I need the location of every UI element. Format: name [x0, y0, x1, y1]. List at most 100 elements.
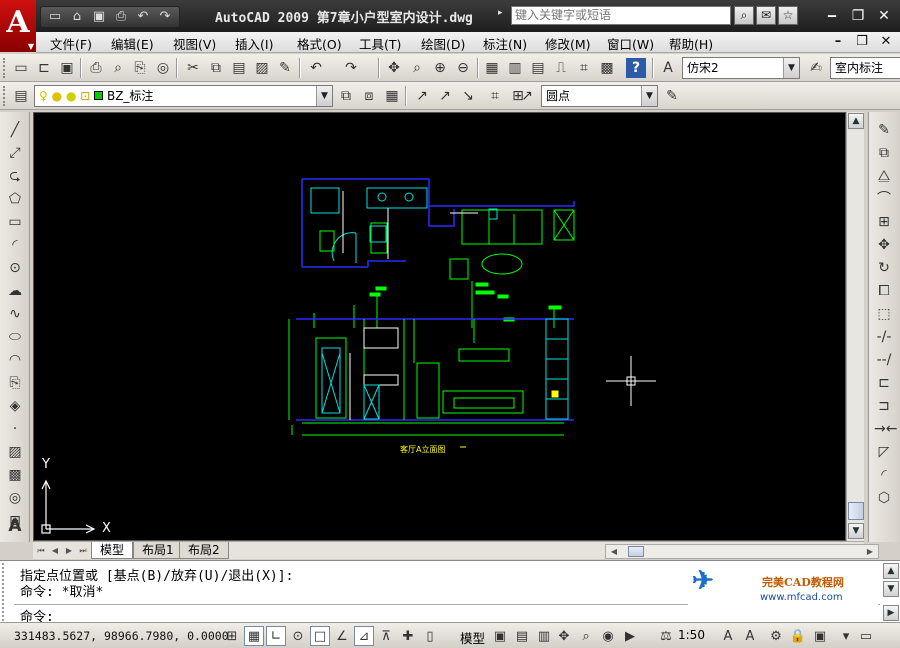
polar-tracking-icon[interactable]: ⊙	[288, 626, 308, 646]
copy-object-icon[interactable]: ⧉	[874, 143, 894, 163]
open-icon[interactable]: ⌂	[67, 8, 87, 26]
toolbar-grip[interactable]	[3, 86, 7, 106]
command-scrollbar[interactable]: ▲ ▼ ▶	[882, 563, 899, 621]
clean-screen-icon[interactable]: ▣	[810, 626, 830, 646]
multileader-style-icon[interactable]: ↗	[517, 86, 537, 106]
menu-tools[interactable]: 工具(T)	[359, 34, 401, 53]
arc-icon[interactable]: ◜	[5, 235, 25, 255]
line-icon[interactable]: ╱	[5, 120, 25, 140]
chevron-down-icon[interactable]: ▼	[641, 86, 657, 106]
text-style-select[interactable]: 仿宋2 ▼	[682, 57, 800, 79]
spline-icon[interactable]: ∿	[5, 304, 25, 324]
remove-leader-icon[interactable]: ↘	[458, 86, 478, 106]
pan-icon[interactable]: ✥	[554, 626, 574, 646]
move-icon[interactable]: ✥	[874, 235, 894, 255]
sheet-set-icon[interactable]: ⎍	[551, 58, 571, 78]
make-block-icon[interactable]: ◈	[5, 396, 25, 416]
redo-icon[interactable]: ↷	[341, 58, 361, 78]
menu-window[interactable]: 窗口(W)	[607, 34, 654, 53]
doc-restore-button[interactable]: ❐	[856, 34, 868, 49]
break-at-point-icon[interactable]: ⊏	[874, 373, 894, 393]
ellipse-icon[interactable]: ⬭	[5, 327, 25, 347]
construction-line-icon[interactable]: ⤢	[5, 143, 25, 163]
scroll-right-icon[interactable]: ▶	[864, 545, 876, 559]
multileader-style-manager-icon[interactable]: ✎	[662, 86, 682, 106]
first-tab-icon[interactable]: ⏮	[35, 544, 47, 558]
scroll-left-icon[interactable]: ◀	[608, 545, 620, 559]
tab-model[interactable]: 模型	[91, 542, 134, 559]
quick-properties-icon[interactable]: ▯	[420, 626, 440, 646]
explode-icon[interactable]: ⬡	[874, 488, 894, 508]
pan-icon[interactable]: ✥	[384, 58, 404, 78]
multileader-align-icon[interactable]: ⌗	[485, 86, 505, 106]
text-style-icon[interactable]: A	[658, 58, 678, 78]
point-icon[interactable]: ·	[5, 419, 25, 439]
design-center-icon[interactable]: ▥	[505, 58, 525, 78]
horizontal-scrollbar[interactable]: ◀ ▶	[605, 544, 879, 559]
gradient-icon[interactable]: ▩	[5, 465, 25, 485]
markup-icon[interactable]: ⌗	[574, 58, 594, 78]
menu-help[interactable]: 帮助(H)	[669, 34, 713, 53]
search-icon[interactable]: ⌕	[734, 6, 754, 25]
object-snap-tracking-icon[interactable]: ∠	[332, 626, 352, 646]
revision-cloud-icon[interactable]: ☁	[5, 281, 25, 301]
3d-dwf-icon[interactable]: ◎	[153, 58, 173, 78]
doc-close-button[interactable]: ✕	[880, 34, 892, 49]
lock-icon[interactable]: 🔒	[788, 626, 808, 646]
stretch-icon[interactable]: ⬚	[874, 304, 894, 324]
scroll-down-icon[interactable]: ▼	[883, 581, 899, 597]
circle-icon[interactable]: ⊙	[5, 258, 25, 278]
match-properties-icon[interactable]: ▨	[252, 58, 272, 78]
save-icon[interactable]: ▣	[89, 8, 109, 26]
tab-layout2[interactable]: 布局2	[179, 542, 229, 559]
add-leader-icon[interactable]: ↗	[435, 86, 455, 106]
polygon-icon[interactable]: ⬠	[5, 189, 25, 209]
erase-icon[interactable]: ✎	[874, 120, 894, 140]
scroll-up-icon[interactable]: ▲	[848, 113, 864, 129]
annotation-scale-value[interactable]: 1:50	[678, 628, 705, 642]
ellipse-arc-icon[interactable]: ◠	[5, 350, 25, 370]
expand-arrow-icon[interactable]: ▸	[498, 8, 503, 18]
menu-format[interactable]: 格式(O)	[297, 34, 342, 53]
menu-view[interactable]: 视图(V)	[173, 34, 216, 53]
zoom-icon[interactable]: ⌕	[576, 626, 596, 646]
scroll-down-icon[interactable]: ▼	[848, 523, 864, 539]
dim-style-icon[interactable]: ✍	[806, 58, 826, 78]
fullscreen-icon[interactable]: ▭	[856, 626, 876, 646]
chamfer-icon[interactable]: ◸	[874, 442, 894, 462]
tool-palettes-icon[interactable]: ▤	[528, 58, 548, 78]
open-icon[interactable]: ⊏	[34, 58, 54, 78]
zoom-previous-icon[interactable]: ⊖	[453, 58, 473, 78]
join-icon[interactable]: →←	[874, 419, 897, 439]
plot-preview-icon[interactable]: ⌕	[108, 58, 128, 78]
communication-center-icon[interactable]: ✉	[756, 6, 776, 25]
rectangle-icon[interactable]: ▭	[5, 212, 25, 232]
coordinate-display[interactable]: 331483.5627, 98966.7980, 0.0000	[14, 629, 229, 643]
auto-scale-icon[interactable]: A	[740, 626, 760, 646]
chevron-down-icon[interactable]: ▼	[316, 86, 332, 106]
scroll-up-icon[interactable]: ▲	[883, 563, 899, 579]
workspace-switching-icon[interactable]: ⚙	[766, 626, 786, 646]
trim-icon[interactable]: -/-	[874, 327, 894, 347]
copy-icon[interactable]: ⧉	[206, 58, 226, 78]
polyline-icon[interactable]: ⮎	[5, 166, 25, 186]
layer-states-icon[interactable]: ▦	[382, 86, 402, 106]
plot-icon[interactable]: ⎙	[111, 8, 131, 26]
menu-modify[interactable]: 修改(M)	[545, 34, 591, 53]
undo-icon[interactable]: ↶	[133, 8, 153, 26]
last-tab-icon[interactable]: ⏭	[77, 544, 89, 558]
restore-button[interactable]: ❐	[850, 8, 866, 24]
tab-layout1[interactable]: 布局1	[133, 542, 183, 559]
multileader-icon[interactable]: ↗	[412, 86, 432, 106]
multileader-style-select[interactable]: 圆点 ▼	[541, 85, 658, 107]
block-editor-icon[interactable]: ✎	[275, 58, 295, 78]
chevron-down-icon[interactable]: ▼	[783, 58, 799, 78]
region-icon[interactable]: ◎	[5, 488, 25, 508]
offset-icon[interactable]: ⌒	[874, 189, 894, 209]
undo-icon[interactable]: ↶	[306, 58, 326, 78]
layer-manager-icon[interactable]: ▤	[11, 86, 31, 106]
help-icon[interactable]: ?	[626, 58, 646, 78]
make-current-layer-icon[interactable]: ⧉	[336, 86, 356, 106]
cut-icon[interactable]: ✂	[183, 58, 203, 78]
annotation-scale-icon[interactable]: ⚖	[656, 626, 676, 646]
